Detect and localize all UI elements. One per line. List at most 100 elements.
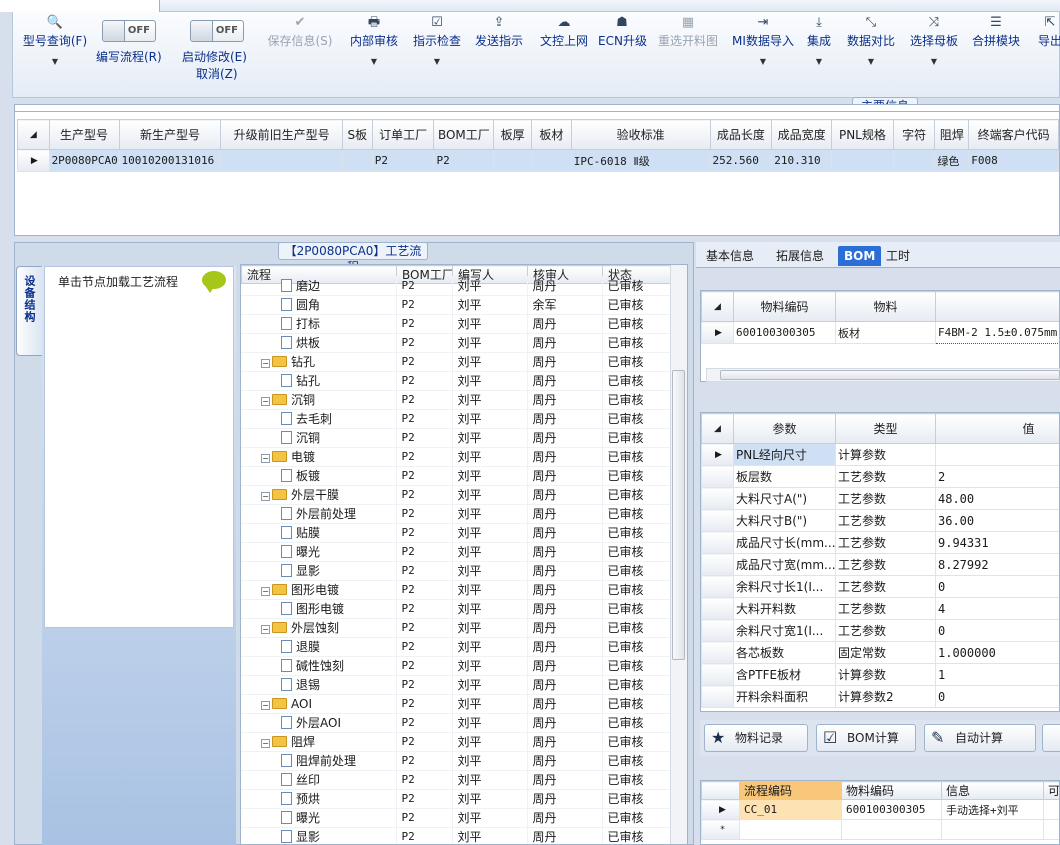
tree-row[interactable]: 图形电镀 P2 刘平 周丹 已审核 <box>241 599 672 619</box>
param-row[interactable]: 板层数 工艺参数 2 <box>701 465 1059 488</box>
param-cell[interactable]: 大料开料数 <box>733 597 836 620</box>
column-header[interactable]: 订单工厂 <box>371 119 435 150</box>
tree-node[interactable]: − 外层干膜 <box>241 485 397 505</box>
flow-code-cell[interactable] <box>1043 799 1059 820</box>
tree-node[interactable]: 打标 <box>241 314 397 334</box>
upload-button[interactable]: ⇪ 发送指示 <box>472 12 526 98</box>
bom-column-header[interactable]: 物料 <box>835 291 936 322</box>
tree-row[interactable]: 退膜 P2 刘平 周丹 已审核 <box>241 637 672 657</box>
column-header[interactable]: 板厚 <box>493 119 533 150</box>
tree-row[interactable]: − 外层蚀刻 P2 刘平 周丹 已审核 <box>241 618 672 638</box>
param-row[interactable]: 开料余料面积 计算参数2 0 <box>701 685 1059 708</box>
tree-row[interactable]: − 钻孔 P2 刘平 周丹 已审核 <box>241 352 672 372</box>
tree-node[interactable]: 碱性蚀刻 <box>241 656 397 676</box>
export-button[interactable]: ⇱ 导出 <box>1030 12 1060 98</box>
tree-scroll-thumb[interactable] <box>672 370 685 660</box>
param-row[interactable]: 含PTFE板材 计算参数 1 <box>701 663 1059 686</box>
tree-node[interactable]: − 电镀 <box>241 447 397 467</box>
table-cell[interactable] <box>531 149 572 172</box>
param-row[interactable]: 余料尺寸长1(I... 工艺参数 0 <box>701 575 1059 598</box>
param-cell[interactable]: 8.27992 <box>935 553 1059 576</box>
compare-button[interactable]: ⤡ 数据对比 ▼ <box>842 12 900 98</box>
flow-code-cell[interactable]: CC_01 <box>739 799 842 820</box>
table-cell[interactable] <box>892 149 936 172</box>
param-cell[interactable]: 工艺参数 <box>835 597 936 620</box>
row-indicator[interactable] <box>701 465 734 488</box>
flow-code-column-header[interactable]: 信息 <box>941 781 1044 800</box>
tree-node[interactable]: 丝印 <box>241 770 397 790</box>
table-cell[interactable]: 10010200131016 <box>118 149 222 172</box>
tree-row[interactable]: − AOI P2 刘平 周丹 已审核 <box>241 694 672 714</box>
param-cell[interactable]: 开料余料面积 <box>733 685 836 708</box>
tree-row[interactable]: 钻孔 P2 刘平 周丹 已审核 <box>241 371 672 391</box>
param-row[interactable]: ▶ PNL经向尺寸 计算参数 <box>701 443 1059 466</box>
tree-row[interactable]: 阻焊前处理 P2 刘平 周丹 已审核 <box>241 751 672 771</box>
param-cell[interactable]: 工艺参数 <box>835 553 936 576</box>
tree-row[interactable]: 丝印 P2 刘平 周丹 已审核 <box>241 770 672 790</box>
tree-row[interactable]: 去毛刺 P2 刘平 周丹 已审核 <box>241 409 672 429</box>
row-indicator[interactable] <box>701 487 734 510</box>
tab-2[interactable]: BOM <box>838 246 882 266</box>
param-cell[interactable]: 大料尺寸B(") <box>733 509 836 532</box>
bom-column-header[interactable]: 物料编码 <box>733 291 836 322</box>
param-cell[interactable]: 工艺参数 <box>835 487 936 510</box>
tree-row[interactable]: 打标 P2 刘平 周丹 已审核 <box>241 314 672 334</box>
tree-node[interactable]: − 图形电镀 <box>241 580 397 600</box>
tree-node[interactable]: 外层前处理 <box>241 504 397 524</box>
param-cell[interactable]: 工艺参数 <box>835 575 936 598</box>
more-button[interactable] <box>1042 724 1060 752</box>
table-cell[interactable]: P2 <box>433 149 495 172</box>
row-indicator[interactable]: ▶ <box>701 321 734 344</box>
param-cell[interactable]: 0 <box>935 575 1059 598</box>
param-cell[interactable]: 0 <box>935 619 1059 642</box>
tree-node[interactable]: 阻焊前处理 <box>241 751 397 771</box>
bom-cell[interactable]: 板材 <box>835 321 936 344</box>
param-cell[interactable]: 余料尺寸长1(I... <box>733 575 836 598</box>
tree-row[interactable]: − 图形电镀 P2 刘平 周丹 已审核 <box>241 580 672 600</box>
column-header[interactable]: 板材 <box>531 119 572 150</box>
modify-toggle[interactable]: OFF <box>190 20 244 42</box>
flow-code-cell[interactable]: 手动选择+刘平 <box>941 799 1044 820</box>
table-cell[interactable]: 绿色 <box>934 149 970 172</box>
table-cell[interactable] <box>341 149 373 172</box>
tree-node[interactable]: 钻孔 <box>241 371 397 391</box>
flow-code-cell[interactable] <box>1043 819 1059 840</box>
collapse-toggle-icon[interactable]: − <box>261 587 270 596</box>
column-header[interactable]: PNL规格 <box>831 119 894 150</box>
tab-3[interactable]: 工时 <box>880 246 916 266</box>
row-indicator[interactable] <box>701 663 734 686</box>
tree-node[interactable]: − 阻焊 <box>241 732 397 752</box>
cancel-modify-button[interactable]: 取消(Z) <box>196 65 238 82</box>
column-header[interactable]: 字符 <box>892 119 936 150</box>
tree-node[interactable]: 外层AOI <box>241 713 397 733</box>
column-header[interactable]: S板 <box>341 119 373 150</box>
flow-code-column-header[interactable]: 物料编码 <box>841 781 942 800</box>
tree-row[interactable]: 磨边 P2 刘平 周丹 已审核 <box>241 276 672 296</box>
bom-cell[interactable]: 600100300305 <box>733 321 836 344</box>
tree-node[interactable]: 烘板 <box>241 333 397 353</box>
param-cell[interactable]: 计算参数 <box>835 443 936 466</box>
param-cell[interactable]: 余料尺寸宽1(I... <box>733 619 836 642</box>
param-cell[interactable]: 0 <box>935 685 1059 708</box>
param-cell[interactable]: 48.00 <box>935 487 1059 510</box>
tree-node[interactable]: 沉铜 <box>241 428 397 448</box>
row-indicator[interactable]: ▶ <box>701 443 734 466</box>
people-button[interactable]: ☗ ECN升级 <box>598 12 647 98</box>
flow-code-cell[interactable] <box>841 819 942 840</box>
tree-node[interactable]: 板镀 <box>241 466 397 486</box>
table-cell[interactable]: IPC-6018 Ⅱ级 <box>570 149 711 172</box>
param-row[interactable]: 成品尺寸宽(mm... 工艺参数 8.27992 <box>701 553 1059 576</box>
star-button[interactable]: ★ 物料记录 <box>704 724 808 752</box>
tree-row[interactable]: 曝光 P2 刘平 周丹 已审核 <box>241 542 672 562</box>
param-cell[interactable]: PNL经向尺寸 <box>733 443 836 466</box>
flow-code-cell[interactable] <box>941 819 1044 840</box>
tree-row[interactable]: − 沉铜 P2 刘平 周丹 已审核 <box>241 390 672 410</box>
param-cell[interactable]: 4 <box>935 597 1059 620</box>
flow-code-column-header[interactable]: 可 <box>1043 781 1059 800</box>
bom-cell[interactable]: F4BM-2 1.5±0.075mm T <box>935 321 1059 344</box>
device-structure-tab[interactable]: 设备结构 <box>16 266 42 356</box>
pencil-button[interactable]: ✎ 自动计算 <box>924 724 1036 752</box>
column-header[interactable]: 阻焊 <box>934 119 970 150</box>
download-button[interactable]: ⤓ 集成 ▼ <box>802 12 836 98</box>
column-header[interactable]: 新生产型号 <box>118 119 222 150</box>
